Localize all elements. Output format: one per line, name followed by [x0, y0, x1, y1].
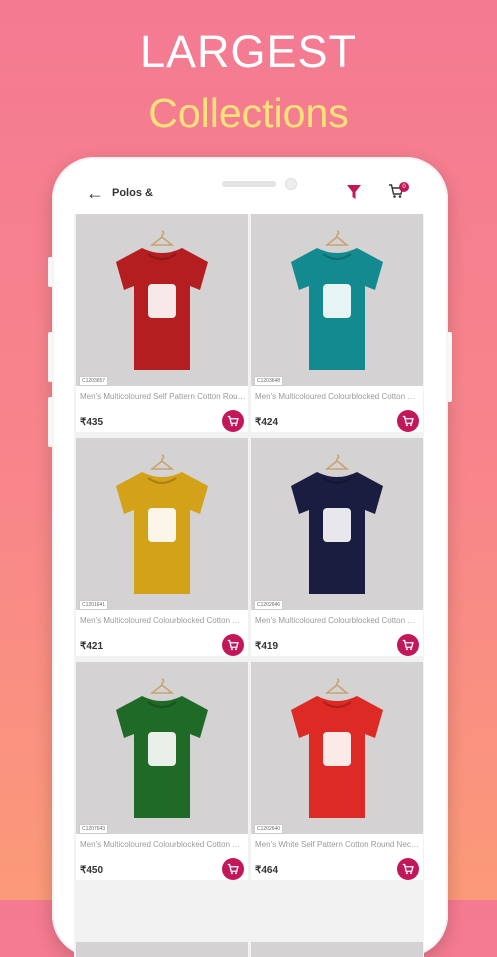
- add-to-cart-button[interactable]: [222, 858, 244, 880]
- product-price: ₹424: [255, 417, 279, 428]
- product-name[interactable]: Men's Multicoloured Colourblocked Cotton…: [80, 840, 246, 849]
- cart-icon: [227, 639, 239, 651]
- filter-icon[interactable]: [346, 184, 362, 200]
- app-top-bar: ← Polos & 0: [76, 179, 426, 211]
- product-card-partial[interactable]: [251, 942, 423, 957]
- product-sku: C1203657: [79, 376, 109, 386]
- product-image[interactable]: [251, 438, 423, 610]
- product-sku: C1203648: [254, 376, 284, 386]
- product-card[interactable]: C1202646 Men's Multicoloured Colourblock…: [251, 438, 423, 656]
- promo-headline: LARGEST: [139, 26, 358, 77]
- tshirt-icon: [116, 248, 208, 370]
- add-to-cart-button[interactable]: [397, 858, 419, 880]
- product-card[interactable]: C1207643 Men's Multicoloured Colourblock…: [76, 662, 248, 880]
- cart-icon: [227, 863, 239, 875]
- product-price: ₹421: [80, 641, 104, 652]
- cart-icon: [402, 863, 414, 875]
- cart-icon: [402, 639, 414, 651]
- product-name[interactable]: Men's Multicoloured Colourblocked Cotton…: [80, 616, 246, 625]
- product-sku: C1202646: [254, 600, 284, 610]
- cart-icon: [227, 415, 239, 427]
- phone-side-button: [48, 397, 53, 447]
- phone-frame: ← Polos & 0 C1203657 Men's Multicoloured…: [48, 157, 452, 957]
- product-price: ₹450: [80, 865, 104, 876]
- tshirt-icon: [116, 696, 208, 818]
- product-image[interactable]: [76, 438, 248, 610]
- add-to-cart-button[interactable]: [397, 634, 419, 656]
- phone-power-button: [447, 332, 452, 402]
- cart-icon: [402, 415, 414, 427]
- cart-count-badge: 0: [399, 182, 409, 192]
- product-card[interactable]: C1202640 Men's White Self Pattern Cotton…: [251, 662, 423, 880]
- add-to-cart-button[interactable]: [222, 634, 244, 656]
- product-price: ₹464: [255, 865, 279, 876]
- product-sku: C1202640: [254, 824, 284, 834]
- product-name[interactable]: Men's Multicoloured Colourblocked Cotton…: [255, 392, 421, 401]
- product-name[interactable]: Men's Multicoloured Self Pattern Cotton …: [80, 392, 246, 401]
- product-card-partial[interactable]: [76, 942, 248, 957]
- product-card[interactable]: C1203657 Men's Multicoloured Self Patter…: [76, 214, 248, 432]
- phone-side-button: [48, 332, 53, 382]
- promo-subheadline: Collections: [148, 90, 349, 136]
- product-image[interactable]: [76, 214, 248, 386]
- product-name[interactable]: Men's White Self Pattern Cotton Round Ne…: [255, 840, 421, 849]
- product-name[interactable]: Men's Multicoloured Colourblocked Cotton…: [255, 616, 421, 625]
- product-image[interactable]: [251, 662, 423, 834]
- tshirt-icon: [291, 472, 383, 594]
- product-sku: C1201641: [79, 600, 109, 610]
- back-arrow-icon[interactable]: ←: [86, 183, 104, 204]
- tshirt-icon: [291, 696, 383, 818]
- add-to-cart-button[interactable]: [222, 410, 244, 432]
- product-grid: C1203657 Men's Multicoloured Self Patter…: [74, 214, 424, 957]
- product-image[interactable]: [76, 662, 248, 834]
- product-card[interactable]: C1203648 Men's Multicoloured Colourblock…: [251, 214, 423, 432]
- product-sku: C1207643: [79, 824, 109, 834]
- tshirt-icon: [116, 472, 208, 594]
- product-price: ₹435: [80, 417, 104, 428]
- product-card[interactable]: C1201641 Men's Multicoloured Colourblock…: [76, 438, 248, 656]
- tshirt-icon: [291, 248, 383, 370]
- phone-side-button: [48, 257, 53, 287]
- add-to-cart-button[interactable]: [397, 410, 419, 432]
- page-title: Polos &: [112, 187, 153, 199]
- product-price: ₹419: [255, 641, 279, 652]
- product-image[interactable]: [251, 214, 423, 386]
